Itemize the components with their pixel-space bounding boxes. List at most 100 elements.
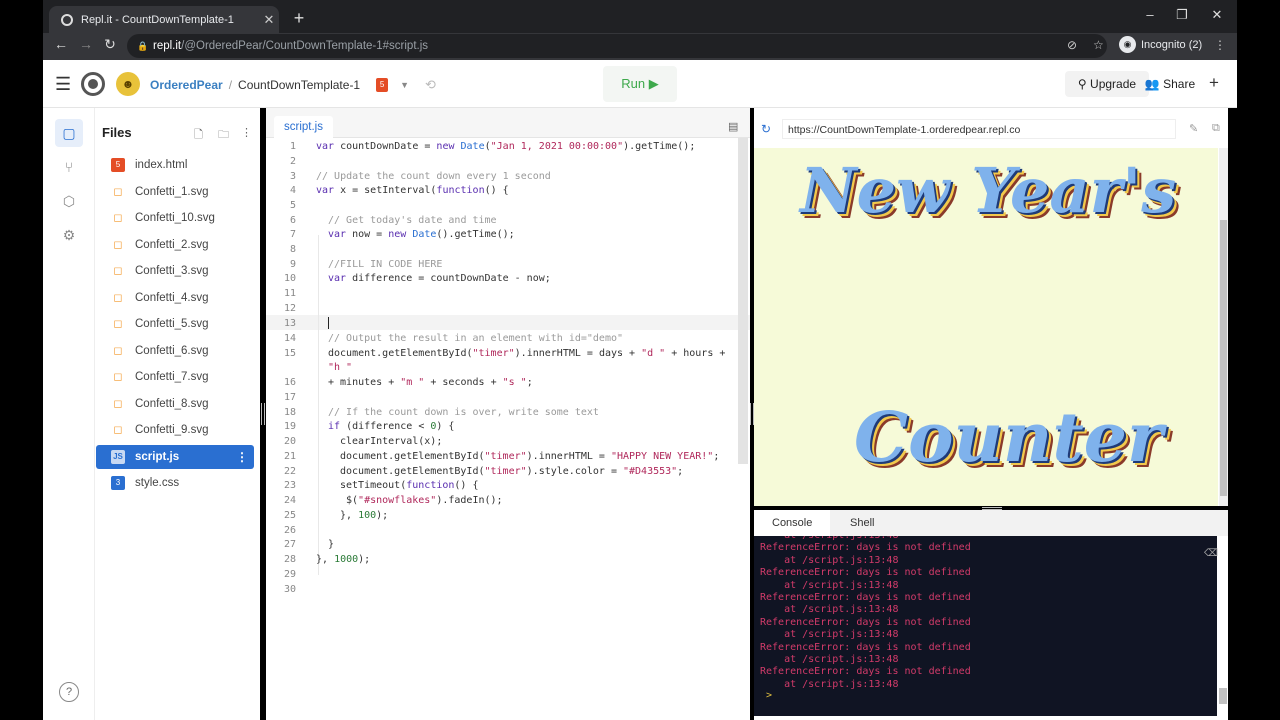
upgrade-button[interactable]: ⚲ Upgrade	[1065, 71, 1149, 97]
back-arrow-icon[interactable]: ←	[51, 36, 71, 52]
editor-scrollbar[interactable]	[738, 138, 748, 464]
share-button[interactable]: 👥 Share	[1143, 71, 1197, 97]
help-icon[interactable]: ?	[59, 682, 79, 702]
browser-tab[interactable]: Repl.it - CountDownTemplate-1 ✕	[49, 6, 279, 33]
file-item[interactable]: 5 index.html	[96, 153, 254, 177]
restore-button[interactable]: ❐	[1172, 7, 1192, 23]
tab-close-icon[interactable]: ✕	[259, 12, 279, 28]
url-bar[interactable]: 🔒 repl.it/@OrderedPear/CountDownTemplate…	[127, 34, 1107, 58]
line-number: 21	[283, 451, 296, 462]
forward-arrow-icon[interactable]: →	[76, 36, 96, 52]
console-pane: Console Shell at /script.js:13:48Referen…	[754, 510, 1228, 720]
code-line: var difference = countDownDate - now;	[328, 273, 551, 284]
file-item[interactable]: ◻ Confetti_1.svg	[96, 180, 254, 204]
preview-scrollbar[interactable]	[1219, 148, 1228, 506]
line-number: 18	[283, 407, 296, 418]
file-item[interactable]: ◻ Confetti_9.svg	[96, 418, 254, 442]
reload-icon[interactable]: ↻	[100, 36, 120, 53]
version-control-icon[interactable]: ⑂	[55, 153, 83, 181]
history-icon[interactable]: ⟲	[425, 77, 436, 93]
new-repl-plus-icon[interactable]: +	[1209, 73, 1219, 93]
code-line: }, 1000);	[316, 554, 371, 565]
file-name: style.css	[135, 477, 180, 489]
add-file-icon[interactable]: 🗋	[194, 126, 203, 145]
lock-icon: 🔒	[137, 41, 149, 51]
chevron-down-icon[interactable]: ▼	[400, 80, 409, 90]
console-line: ReferenceError: days is not defined	[760, 592, 971, 603]
user-avatar[interactable]: ☻	[116, 72, 140, 96]
file-name: Confetti_6.svg	[135, 344, 209, 357]
files-icon[interactable]: ▢	[55, 119, 83, 147]
clear-console-icon[interactable]: ⌫	[1204, 548, 1218, 559]
scrollbar-thumb[interactable]	[1220, 220, 1227, 496]
code-line: }, 100);	[340, 510, 389, 521]
files-more-icon[interactable]: ⋮	[241, 126, 252, 139]
username-link[interactable]: OrderedPear	[150, 78, 223, 92]
file-name: index.html	[135, 159, 188, 171]
file-item[interactable]: ◻ Confetti_7.svg	[96, 365, 254, 389]
line-number: 13	[283, 318, 296, 329]
file-item[interactable]: ◻ Confetti_10.svg	[96, 206, 254, 230]
new-years-title: New Year's	[800, 154, 1177, 227]
svg-file-icon: ◻	[113, 424, 123, 436]
file-item[interactable]: ◻ Confetti_8.svg	[96, 392, 254, 416]
add-folder-icon[interactable]: 🗀	[218, 126, 229, 145]
file-item[interactable]: ◻ Confetti_3.svg	[96, 259, 254, 283]
file-item[interactable]: ◻ Confetti_5.svg	[96, 312, 254, 336]
browser-menu-icon[interactable]: ⋮	[1214, 38, 1226, 52]
window-close-button[interactable]: ✕	[1207, 7, 1227, 23]
pane-resize-handle[interactable]	[261, 403, 265, 425]
file-name: Confetti_3.svg	[135, 265, 209, 277]
minimize-button[interactable]: –	[1140, 7, 1160, 22]
code-line: document.getElementById("timer").innerHT…	[340, 451, 720, 462]
tab-script-js[interactable]: script.js	[274, 116, 333, 138]
svg-file-icon: ◻	[113, 238, 123, 251]
tab-console[interactable]: Console	[754, 510, 831, 536]
scrollbar-thumb[interactable]	[1219, 688, 1227, 704]
project-name[interactable]: CountDownTemplate-1	[238, 78, 360, 92]
line-number: 19	[283, 421, 296, 432]
console-scrollbar[interactable]	[1218, 536, 1228, 716]
code-line: var countDownDate = new Date("Jan 1, 202…	[316, 141, 696, 152]
packages-icon[interactable]: ⬡	[55, 187, 83, 215]
tab-shell[interactable]: Shell	[832, 510, 892, 536]
console-line: at /script.js:13:48	[760, 579, 899, 591]
svg-file-icon: ◻	[113, 212, 123, 224]
css-file-icon: 3	[111, 476, 125, 490]
layout-icon[interactable]: ▤	[728, 120, 738, 133]
js-file-icon: JS	[111, 449, 125, 464]
incognito-label: Incognito (2)	[1141, 38, 1203, 51]
line-number: 27	[283, 539, 296, 550]
tracking-blocked-eye-icon[interactable]: ⊘	[1067, 38, 1077, 52]
code-line: var x = setInterval(function() {	[316, 185, 509, 196]
new-tab-button[interactable]: +	[289, 8, 309, 29]
line-number: 3	[289, 171, 296, 182]
run-button[interactable]: Run ▶	[603, 66, 677, 102]
replit-logo-icon[interactable]	[81, 72, 105, 96]
edit-pencil-icon[interactable]: ✎	[1189, 122, 1198, 135]
line-number: 16	[283, 377, 296, 388]
file-item[interactable]: ◻ Confetti_2.svg	[96, 233, 254, 257]
svg-file-icon: ◻	[113, 291, 123, 304]
line-number: 11	[283, 288, 296, 299]
line-number: 23	[283, 480, 296, 491]
preview-url[interactable]: https://CountDownTemplate-1.orderedpear.…	[782, 119, 1176, 139]
file-item[interactable]: ◻ Confetti_6.svg	[96, 339, 254, 363]
console-line: at /script.js:13:48	[760, 654, 899, 665]
preview-reload-icon[interactable]: ↻	[761, 122, 771, 136]
settings-gear-icon[interactable]: ⚙	[55, 221, 83, 249]
open-new-tab-icon[interactable]: ⧉	[1212, 122, 1220, 135]
console-line: at /script.js:13:48	[760, 629, 899, 641]
code-area[interactable]: 1 2 3 4 5 6 7 8 9 10 11 12 13 14 15 16 17 18 19 20 21 22 23 24 2…	[266, 138, 750, 720]
web-preview: ↻ https://CountDownTemplate-1.orderedpea…	[754, 108, 1228, 506]
bookmark-star-icon[interactable]: ☆	[1093, 38, 1104, 52]
file-name: Confetti_9.svg	[135, 424, 209, 436]
file-more-icon[interactable]: ⋮	[236, 450, 248, 464]
svg-file-icon: ◻	[113, 344, 123, 357]
incognito-profile[interactable]: ◉ Incognito (2)	[1119, 36, 1202, 53]
console-output[interactable]: at /script.js:13:48ReferenceError: days …	[754, 536, 1217, 716]
file-item[interactable]: 3 style.css	[96, 471, 254, 495]
file-item[interactable]: JS script.js ⋮	[96, 444, 254, 469]
file-item[interactable]: ◻ Confetti_4.svg	[96, 286, 254, 310]
hamburger-menu-icon[interactable]: ☰	[55, 74, 71, 95]
